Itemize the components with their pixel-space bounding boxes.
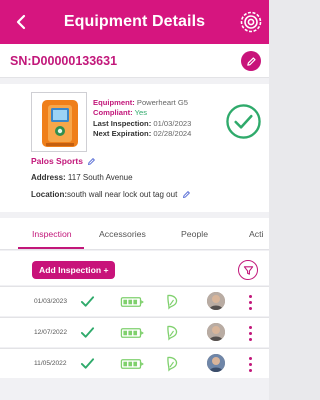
tab-inspection[interactable]: Inspection bbox=[32, 229, 72, 239]
tab-activity[interactable]: Acti bbox=[249, 229, 263, 239]
inspection-row[interactable]: 11/05/2022 bbox=[0, 348, 269, 378]
tab-people[interactable]: People bbox=[181, 229, 208, 239]
active-tab-indicator bbox=[18, 247, 84, 249]
settings-button[interactable] bbox=[239, 10, 263, 34]
page-title: Equipment Details bbox=[63, 13, 206, 30]
check-icon bbox=[80, 296, 95, 307]
more-options-button[interactable] bbox=[248, 326, 252, 341]
address-row: Address: 117 South Avenue bbox=[31, 173, 133, 182]
inspection-row[interactable]: 12/07/2022 bbox=[0, 317, 269, 347]
check-icon bbox=[80, 358, 95, 369]
last-inspection-row: Last Inspection: 01/03/2023 bbox=[93, 118, 192, 128]
battery-icon bbox=[120, 328, 144, 338]
avatar[interactable] bbox=[207, 354, 225, 372]
serial-bar: SN:D00000133631 bbox=[0, 44, 269, 78]
app: Equipment Details SN:D00000133631 Equipm… bbox=[0, 0, 269, 400]
equipment-card: Equipment: Powerheart G5 Compliant: Yes … bbox=[0, 84, 269, 212]
more-options-button[interactable] bbox=[248, 357, 252, 372]
pencil-icon[interactable] bbox=[182, 190, 191, 199]
filter-button[interactable] bbox=[238, 260, 258, 280]
check-icon bbox=[80, 327, 95, 338]
pad-icon bbox=[167, 325, 178, 341]
tab-bar: Inspection Accessories People Acti bbox=[0, 218, 269, 250]
add-inspection-button[interactable]: Add Inspection + bbox=[32, 261, 116, 279]
avatar[interactable] bbox=[207, 292, 225, 310]
inspection-date: 01/03/2023 bbox=[34, 298, 68, 305]
equipment-info: Equipment: Powerheart G5 Compliant: Yes … bbox=[93, 98, 191, 139]
pencil-icon bbox=[246, 56, 256, 66]
location-name-link[interactable]: Palos Sports bbox=[31, 156, 96, 166]
serial-number: SN:D00000133631 bbox=[10, 54, 118, 68]
actions-bar: Add Inspection + bbox=[0, 251, 269, 285]
pencil-icon bbox=[87, 157, 95, 165]
battery-icon bbox=[120, 297, 144, 307]
avatar[interactable] bbox=[207, 323, 225, 341]
equipment-image[interactable] bbox=[31, 92, 87, 152]
compliant-row: Compliant: Yes bbox=[93, 108, 148, 118]
pad-icon bbox=[167, 294, 178, 310]
inspection-row[interactable]: 01/03/2023 bbox=[0, 286, 269, 316]
inspection-date: 11/05/2022 bbox=[34, 360, 67, 367]
battery-icon bbox=[120, 359, 144, 369]
pad-icon bbox=[167, 356, 178, 372]
location-row: Location:south wall near lock out tag ou… bbox=[31, 190, 191, 199]
header-bar: Equipment Details bbox=[0, 0, 269, 44]
filter-icon bbox=[243, 265, 253, 275]
more-options-button[interactable] bbox=[248, 295, 252, 310]
settings-icon bbox=[240, 11, 262, 33]
edit-serial-button[interactable] bbox=[241, 51, 261, 71]
check-circle-icon bbox=[226, 104, 261, 139]
inspection-date: 12/07/2022 bbox=[34, 329, 68, 336]
equipment-row: Equipment: Powerheart G5 bbox=[93, 98, 188, 107]
tab-accessories[interactable]: Accessories bbox=[99, 229, 146, 239]
next-expiration-row: Next Expiration: 02/28/2024 bbox=[93, 128, 192, 138]
